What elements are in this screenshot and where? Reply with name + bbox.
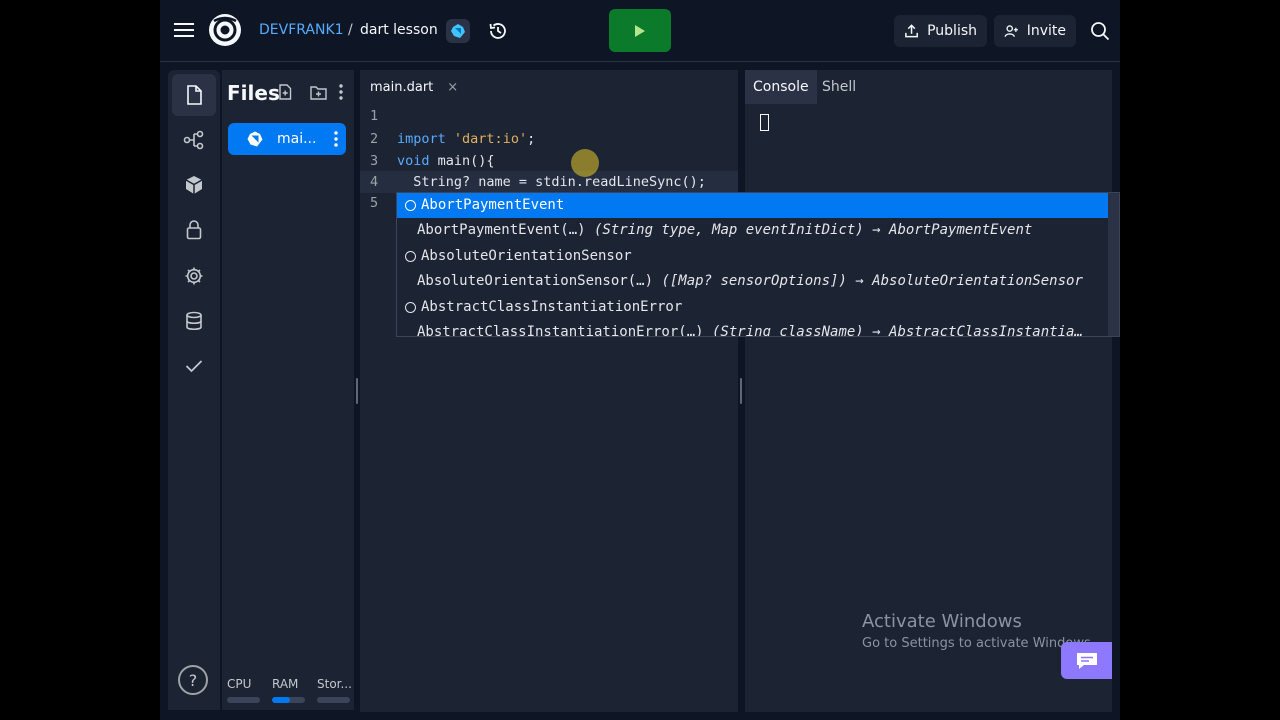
help-icon: ? — [188, 670, 198, 690]
suggestion-name: AbstractClassInstantiationError — [421, 299, 683, 315]
code-text: import 'dart:io'; — [397, 131, 536, 147]
terminal-cursor[interactable] — [760, 114, 769, 131]
database-icon[interactable] — [172, 300, 216, 342]
invite-button[interactable]: Invite — [994, 15, 1076, 47]
autocomplete-scrollbar[interactable] — [1108, 193, 1119, 336]
add-user-icon — [1004, 25, 1018, 37]
line-number: 5 — [370, 195, 379, 211]
repl-name[interactable]: dart lesson — [360, 22, 438, 38]
console-panel: Console Shell Activate Windows Go to Set… — [745, 70, 1112, 712]
activate-windows-title: Activate Windows — [862, 611, 1022, 632]
autocomplete-popup: AbortPaymentEvent AbortPaymentEvent(…) (… — [396, 192, 1120, 337]
autocomplete-item[interactable]: AbortPaymentEvent(…) (String type, Map e… — [397, 218, 1109, 243]
settings-gear-icon[interactable] — [172, 255, 216, 297]
storage-meter — [317, 697, 350, 703]
autocomplete-item[interactable]: AbstractClassInstantiationError(…) (Stri… — [397, 320, 1109, 337]
cpu-label: CPU — [227, 677, 252, 691]
autocomplete-item[interactable]: AbstractClassInstantiationError — [397, 295, 1109, 320]
line-number: 2 — [370, 131, 379, 147]
storage-label: Stor... — [317, 677, 352, 691]
breadcrumb-user-link[interactable]: DEVFRANK1 — [259, 22, 344, 38]
class-symbol-icon — [405, 302, 416, 313]
replit-logo[interactable] — [208, 13, 242, 47]
invite-label: Invite — [1026, 23, 1066, 39]
suggestion-signature: ([Map? sensorOptions]) → AbsoluteOrienta… — [653, 273, 1083, 289]
chat-button[interactable] — [1061, 642, 1112, 679]
history-icon[interactable] — [486, 19, 510, 43]
run-button[interactable] — [609, 9, 671, 52]
autocomplete-item[interactable]: AbsoluteOrientationSensor — [397, 244, 1109, 269]
mouse-pointer-highlight — [571, 149, 599, 177]
publish-label: Publish — [927, 23, 977, 39]
cpu-meter — [227, 697, 260, 703]
close-icon[interactable]: × — [447, 80, 458, 95]
line-number: 4 — [370, 174, 379, 190]
files-panel: Files mai... CPU RAM Stor... — [222, 70, 354, 710]
new-file-icon[interactable] — [276, 83, 294, 101]
tab-console-label: Console — [753, 79, 809, 95]
suggestion-name: AbstractClassInstantiationError(…) — [417, 324, 704, 337]
files-more-icon[interactable] — [332, 83, 350, 101]
code-editor: main.dart × 1 2 import 'dart:io'; 3 void… — [360, 70, 738, 712]
packages-icon[interactable] — [172, 164, 216, 206]
file-item-main-dart[interactable]: mai... — [228, 123, 346, 155]
dart-icon[interactable] — [446, 19, 470, 43]
code-line: 2 import 'dart:io'; — [360, 128, 738, 150]
suggestion-signature: (String className) → AbstractClassInstan… — [703, 324, 1083, 337]
code-text: void main(){ — [397, 153, 495, 169]
suggestion-name: AbortPaymentEvent — [421, 197, 565, 213]
publish-button[interactable]: Publish — [894, 15, 987, 47]
autocomplete-item[interactable]: AbsoluteOrientationSensor(…) ([Map? sens… — [397, 269, 1109, 294]
upload-icon — [905, 24, 918, 38]
replit-workspace: DEVFRANK1 / dart lesson Publish Invite ?… — [160, 0, 1120, 720]
class-symbol-icon — [405, 251, 416, 262]
tab-console[interactable]: Console — [745, 70, 817, 104]
suggestion-name: AbsoluteOrientationSensor — [421, 248, 632, 264]
search-icon[interactable] — [1088, 19, 1112, 43]
suggestion-name: AbsoluteOrientationSensor(…) — [417, 273, 654, 289]
dart-icon — [247, 131, 263, 147]
line-number: 1 — [370, 108, 379, 124]
code-text: String? name = stdin.readLineSync(); — [397, 174, 706, 190]
suggestion-signature: (String type, Map eventInitDict) → Abort… — [585, 222, 1033, 238]
tab-label: main.dart — [370, 79, 434, 95]
file-name: mai... — [277, 131, 317, 147]
ram-meter-fill — [272, 697, 291, 703]
editor-console-splitter[interactable] — [740, 378, 742, 404]
activate-windows-subtitle: Go to Settings to activate Windows. — [862, 636, 1095, 651]
code-line: 3 void main(){ — [360, 150, 738, 172]
ram-meter — [272, 697, 305, 703]
secrets-lock-icon[interactable] — [172, 209, 216, 251]
new-folder-icon[interactable] — [309, 83, 327, 101]
code-line-current: 4 String? name = stdin.readLineSync(); — [360, 171, 738, 193]
chat-bubble-icon — [1076, 652, 1097, 669]
breadcrumb-separator: / — [348, 22, 353, 38]
line-number: 3 — [370, 153, 379, 169]
file-more-icon[interactable] — [330, 129, 342, 149]
activity-bar: ? — [168, 70, 220, 710]
files-editor-splitter[interactable] — [356, 378, 358, 404]
top-header: DEVFRANK1 / dart lesson Publish Invite — [160, 0, 1120, 62]
tab-main-dart[interactable]: main.dart × — [360, 70, 458, 104]
play-icon — [635, 24, 645, 37]
hamburger-menu-icon[interactable] — [172, 18, 196, 42]
git-icon[interactable] — [172, 119, 216, 161]
tab-shell[interactable]: Shell — [814, 70, 864, 104]
checkmark-icon[interactable] — [172, 345, 216, 387]
tab-shell-label: Shell — [822, 79, 857, 95]
class-symbol-icon — [405, 200, 416, 211]
ram-label: RAM — [272, 677, 299, 691]
suggestion-name: AbortPaymentEvent(…) — [417, 222, 586, 238]
autocomplete-item[interactable]: AbortPaymentEvent — [397, 193, 1109, 218]
help-button[interactable]: ? — [178, 665, 208, 695]
code-line: 1 — [360, 105, 738, 127]
files-title: Files — [227, 81, 280, 105]
files-icon[interactable] — [172, 74, 216, 116]
